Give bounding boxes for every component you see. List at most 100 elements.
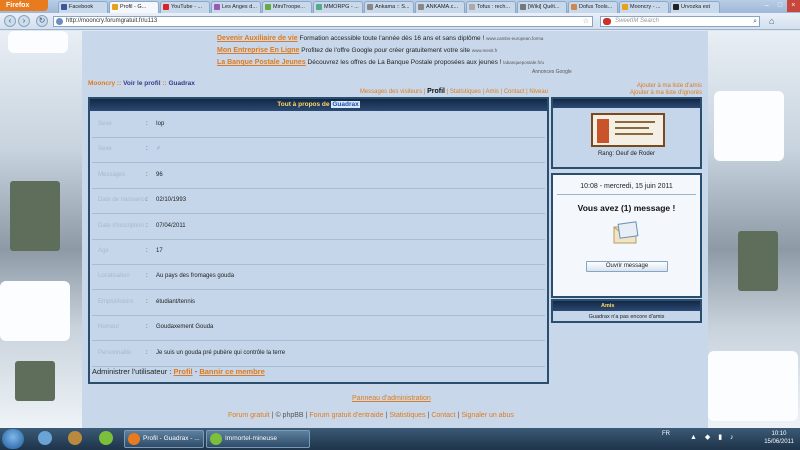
field-label: Date d'inscription bbox=[98, 222, 144, 229]
maximize-icon[interactable]: □ bbox=[773, 0, 786, 12]
breadcrumb-page[interactable]: Voir le profil bbox=[123, 80, 160, 87]
profile-field-row: Sexe: ♂ bbox=[92, 138, 545, 164]
field-colon: : bbox=[146, 197, 148, 204]
ban-member-link[interactable]: Bannir ce membre bbox=[199, 367, 264, 376]
browser-tab[interactable]: Profil - G... bbox=[109, 1, 159, 13]
language-indicator[interactable]: FR bbox=[662, 431, 670, 437]
tab-messages[interactable]: Messages des visiteurs bbox=[360, 89, 422, 95]
message-notice: Vous avez (1) message ! bbox=[577, 203, 676, 213]
field-label: Sexe bbox=[98, 121, 112, 127]
ie-icon[interactable] bbox=[38, 431, 52, 445]
field-colon: : bbox=[146, 171, 148, 178]
field-colon: : bbox=[146, 324, 148, 331]
snow-decoration bbox=[8, 31, 68, 53]
tab-favicon-icon bbox=[469, 4, 475, 10]
male-icon: ♂ bbox=[156, 146, 161, 153]
field-colon: : bbox=[146, 121, 148, 127]
ad-url[interactable]: www.cambs-european.forma bbox=[486, 36, 543, 41]
ad-url[interactable]: labanquepostale.fr/u bbox=[503, 60, 544, 65]
screen: Firefox Facebook Profil - G... YouTube - .… bbox=[0, 0, 800, 450]
footer-link-help[interactable]: Forum gratuit d'entraide bbox=[309, 412, 383, 419]
footer-link-phpbb[interactable]: © phpBB bbox=[275, 412, 303, 419]
forward-icon[interactable]: › bbox=[18, 15, 30, 27]
firefox-menu-button[interactable]: Firefox bbox=[0, 0, 48, 11]
add-ignore-link[interactable]: Ajouter à ma liste d'ignorés bbox=[630, 90, 702, 97]
admin-profile-link[interactable]: Profil bbox=[173, 367, 192, 376]
tab-friends[interactable]: Amis bbox=[485, 89, 498, 95]
rank-image bbox=[591, 113, 665, 147]
tab-favicon-icon bbox=[265, 4, 271, 10]
tab-contact[interactable]: Contact bbox=[504, 89, 525, 95]
breadcrumb-user[interactable]: Guadrax bbox=[168, 80, 194, 87]
reload-icon[interactable]: ↻ bbox=[36, 15, 48, 27]
profile-field-row: Messages: 96 bbox=[92, 164, 545, 189]
tab-level[interactable]: Niveau bbox=[529, 89, 548, 95]
snow-decoration bbox=[714, 91, 784, 161]
browser-tab[interactable]: Dofus Tools... bbox=[568, 1, 618, 13]
field-value: 02/10/1993 bbox=[156, 197, 187, 204]
tray-icons[interactable]: ▲ ◆ ▮ ♪ bbox=[690, 433, 737, 441]
site-identity-icon[interactable] bbox=[56, 18, 63, 25]
back-icon[interactable]: ‹ bbox=[4, 15, 16, 27]
open-message-button[interactable]: Ouvrir message bbox=[586, 261, 668, 272]
ad-link[interactable]: Mon Entreprise En Ligne bbox=[217, 47, 299, 54]
tab-statistics[interactable]: Statistiques bbox=[450, 89, 481, 95]
tab-label: Ankama :: S... bbox=[375, 4, 410, 10]
taskbar-firefox[interactable]: Profil - Guadrax - ... bbox=[124, 430, 204, 448]
browser-tab[interactable]: Tofus : rech... bbox=[466, 1, 516, 13]
taskbar-dofus[interactable]: Immortel-mineuse bbox=[206, 430, 310, 448]
tab-favicon-icon bbox=[571, 4, 577, 10]
browser-tab[interactable]: ANKAMA.c... bbox=[415, 1, 465, 13]
footer-link-stats[interactable]: Statistiques bbox=[389, 412, 425, 419]
minimize-icon[interactable]: – bbox=[760, 0, 773, 12]
home-icon[interactable]: ⌂ bbox=[769, 16, 780, 27]
browser-tab[interactable]: Les Anges d... bbox=[211, 1, 261, 13]
browser-tab[interactable]: MMORPG - ... bbox=[313, 1, 363, 13]
clock-time: 10:10 bbox=[771, 431, 787, 437]
ads-by-google[interactable]: Annonces Google bbox=[532, 69, 572, 75]
profile-field-row: Personnalité: Je suis un gouda pré pubère… bbox=[92, 342, 545, 367]
clock[interactable]: 10:10 15/06/2011 bbox=[760, 430, 798, 446]
field-value: Je suis un gouda pré pubère qui contrôle… bbox=[156, 349, 286, 356]
game-icon[interactable] bbox=[68, 431, 82, 445]
add-friend-link[interactable]: Ajouter à ma liste d'amis bbox=[630, 83, 702, 90]
footer-link-contact[interactable]: Contact bbox=[431, 412, 455, 419]
url-input[interactable]: http://mooncry.forumgratuit.fr/u113 ☆ bbox=[53, 16, 593, 27]
tab-favicon-icon bbox=[367, 4, 373, 10]
dofus-icon[interactable] bbox=[99, 431, 113, 445]
browser-tab[interactable]: [Wiki] Quêt... bbox=[517, 1, 567, 13]
tab-label: Profil - G... bbox=[120, 4, 147, 10]
breadcrumb-site[interactable]: Mooncry bbox=[88, 80, 115, 87]
browser-tab[interactable]: Mooncry - ... bbox=[619, 1, 669, 13]
browser-tab[interactable]: Urvozka est bbox=[670, 1, 720, 13]
browser-tab[interactable]: Ankama :: S... bbox=[364, 1, 414, 13]
snow-decoration bbox=[708, 351, 798, 421]
tab-label: Tofus : rech... bbox=[477, 4, 511, 10]
field-value: 96 bbox=[156, 171, 163, 178]
close-icon[interactable]: × bbox=[786, 0, 800, 12]
field-label: Sexe bbox=[98, 146, 112, 153]
ad-link[interactable]: La Banque Postale Jeunes bbox=[217, 59, 306, 66]
browser-tab[interactable]: YouTube - ... bbox=[160, 1, 210, 13]
field-label: Age bbox=[98, 248, 109, 254]
browser-tab[interactable]: Facebook bbox=[58, 1, 108, 13]
admin-panel-link[interactable]: Panneau d'administration bbox=[352, 395, 431, 402]
tab-profile[interactable]: Profil bbox=[427, 88, 445, 95]
rock-decoration bbox=[15, 361, 55, 401]
ad-link[interactable]: Devenir Auxiliaire de vie bbox=[217, 35, 298, 42]
search-input[interactable]: SweetIM Search ⌕ bbox=[600, 16, 760, 27]
search-engine-icon[interactable] bbox=[603, 18, 611, 25]
bookmark-star-icon[interactable]: ☆ bbox=[583, 17, 589, 26]
profile-field-row: Localisation: Au pays des fromages gouda bbox=[92, 265, 545, 291]
search-icon[interactable]: ⌕ bbox=[753, 17, 757, 26]
ad-url[interactable]: www.mesit.fr bbox=[472, 48, 498, 53]
field-label: Personnalité bbox=[98, 349, 132, 356]
start-button[interactable] bbox=[2, 429, 24, 449]
tab-label: Les Anges d... bbox=[222, 4, 257, 10]
footer-link-report[interactable]: Signaler un abus bbox=[461, 412, 514, 419]
browser-tab[interactable]: MiniTroope... bbox=[262, 1, 312, 13]
footer-link-free-forum[interactable]: Forum gratuit bbox=[228, 412, 270, 419]
window-controls: – □ × bbox=[760, 0, 800, 12]
profile-field-row: Humeur: Goudaxement Gouda bbox=[92, 316, 545, 342]
tab-label: MMORPG - ... bbox=[324, 4, 359, 10]
